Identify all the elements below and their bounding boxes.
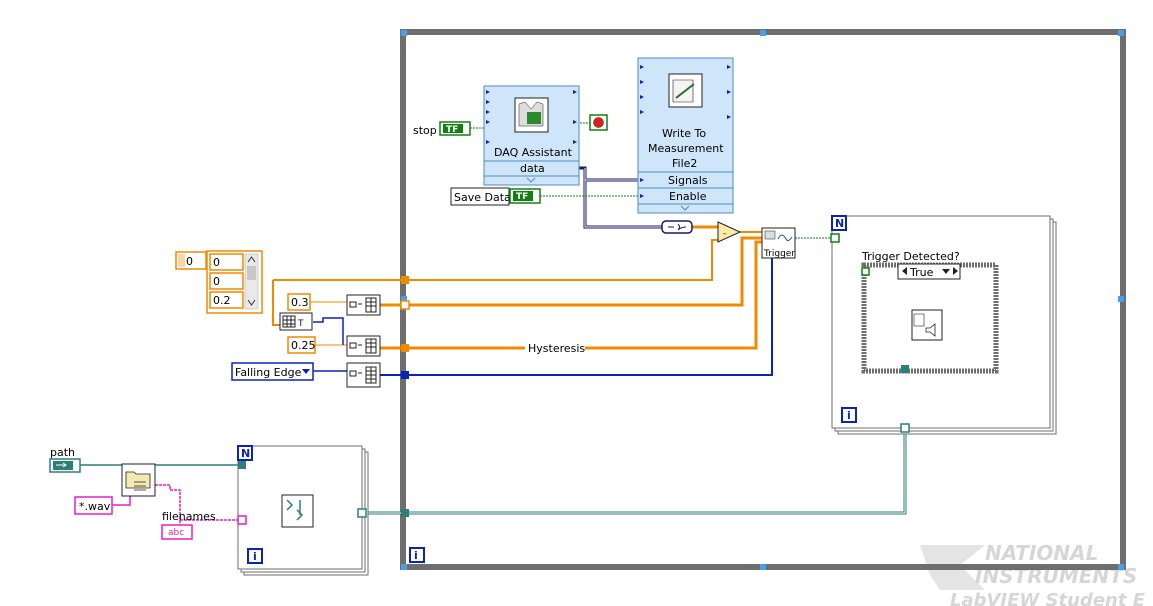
tunnel: [900, 423, 910, 433]
array-index-value: 0: [186, 255, 193, 268]
tunnel: [401, 276, 409, 284]
build-array-node[interactable]: T: [279, 312, 313, 331]
loop-resize-handle[interactable]: [401, 564, 407, 570]
tunnel: [400, 300, 410, 310]
loop-resize-handle[interactable]: [760, 564, 766, 570]
daq-title: DAQ Assistant: [494, 146, 573, 159]
tunnel: [401, 509, 409, 517]
scroll-thumb[interactable]: [247, 266, 256, 280]
loop-resize-handle[interactable]: [401, 30, 407, 36]
path-label: path: [50, 446, 75, 459]
write-measurement-file-node[interactable]: Write To Measurement File2 Signals Enabl…: [637, 57, 734, 214]
save-data-control[interactable]: Save Data TF: [450, 187, 541, 206]
ni-watermark: NATIONAL INSTRUMENTS LabVIEW Student E: [920, 541, 1146, 606]
trigger-node[interactable]: Trigger: [761, 227, 796, 259]
array-element-value: 0: [213, 256, 220, 269]
level-constant-1-value: 0.3: [291, 296, 309, 309]
array-element-value: 0.2: [213, 294, 231, 307]
increment-arrows-icon[interactable]: [178, 254, 185, 267]
loop-resize-handle[interactable]: [1118, 30, 1124, 36]
enable-input-label: Enable: [669, 190, 707, 203]
iteration-terminal-label: i: [253, 550, 257, 563]
level-constant-1[interactable]: 0.3: [287, 293, 311, 311]
hysteresis-label: Hysteresis: [528, 342, 585, 355]
tunnel: [401, 344, 409, 352]
bundle-node-2[interactable]: [346, 335, 381, 357]
array-index-constant[interactable]: 0: [175, 251, 207, 270]
stop-boolean-control[interactable]: TF: [439, 121, 471, 136]
trigger-label: Trigger: [763, 249, 795, 259]
tunnel: [401, 371, 409, 379]
save-data-label: Save Data: [454, 191, 511, 204]
file-icon: [913, 313, 925, 327]
filenames-indicator[interactable]: abc: [161, 524, 193, 540]
stop-label: stop: [413, 124, 437, 137]
iteration-terminal-label: i: [847, 409, 851, 422]
loop-resize-handle[interactable]: [1118, 564, 1124, 570]
level-constant-2[interactable]: 0.25: [287, 336, 316, 354]
tunnel: [237, 515, 247, 525]
array-node-symbol: T: [297, 319, 304, 329]
build-path-node[interactable]: [281, 494, 314, 528]
write-title-line3: File2: [672, 157, 697, 170]
daq-output-label: data: [520, 162, 545, 175]
watermark-line1: NATIONAL: [985, 541, 1098, 565]
array-element-value: 0: [213, 275, 220, 288]
daq-assistant-node[interactable]: DAQ Assistant data: [483, 85, 580, 186]
trigger-detected-label: Trigger Detected?: [861, 250, 960, 263]
stop-indicator[interactable]: [589, 114, 608, 131]
write-title-line2: Measurement: [648, 142, 724, 155]
level-constant-2-value: 0.25: [291, 339, 316, 352]
count-terminal-label: N: [241, 447, 250, 460]
case-selector-value: True: [909, 266, 934, 279]
count-terminal-label: N: [835, 217, 844, 230]
tunnel: [357, 508, 367, 518]
tunnel: [830, 233, 840, 243]
block-diagram: NATIONAL INSTRUMENTS LabVIEW Student E i: [49, 29, 1146, 606]
save-tf-text: TF: [516, 192, 528, 202]
loop-resize-handle[interactable]: [1118, 296, 1124, 302]
filenames-label: filenames: [162, 510, 216, 523]
stop-tf-text: TF: [446, 125, 458, 135]
bundle-node-3[interactable]: [346, 362, 381, 388]
iteration-terminal-label: i: [414, 549, 418, 562]
play-sound-node[interactable]: [911, 309, 943, 341]
wav-pattern-value: *.wav: [79, 500, 111, 513]
edge-mode-value: Falling Edge: [235, 366, 302, 379]
convert-dynamic-data-node[interactable]: [661, 220, 693, 234]
loop-resize-handle[interactable]: [760, 30, 766, 36]
wav-pattern-constant[interactable]: *.wav: [74, 496, 113, 515]
signals-input-label: Signals: [668, 174, 708, 187]
write-title-line1: Write To: [662, 127, 706, 140]
subtract-symbol: -: [723, 229, 726, 239]
tunnel: [901, 365, 909, 373]
array-constant[interactable]: 0 0 0.2: [206, 250, 263, 314]
abc-text: abc: [168, 528, 184, 538]
daq-chip-icon: [527, 112, 541, 124]
tunnel: [238, 461, 246, 469]
list-folder-node[interactable]: [121, 463, 156, 497]
bundle-node-1[interactable]: [346, 294, 381, 316]
subtract-node[interactable]: -: [717, 221, 742, 243]
stop-led-icon: [593, 117, 604, 128]
path-control[interactable]: [49, 458, 81, 473]
array-scrollbar[interactable]: [244, 253, 259, 310]
edge-mode-enum[interactable]: Falling Edge: [231, 362, 314, 381]
watermark-line3: LabVIEW Student E: [950, 590, 1146, 606]
case-selector-terminal: [861, 267, 870, 276]
